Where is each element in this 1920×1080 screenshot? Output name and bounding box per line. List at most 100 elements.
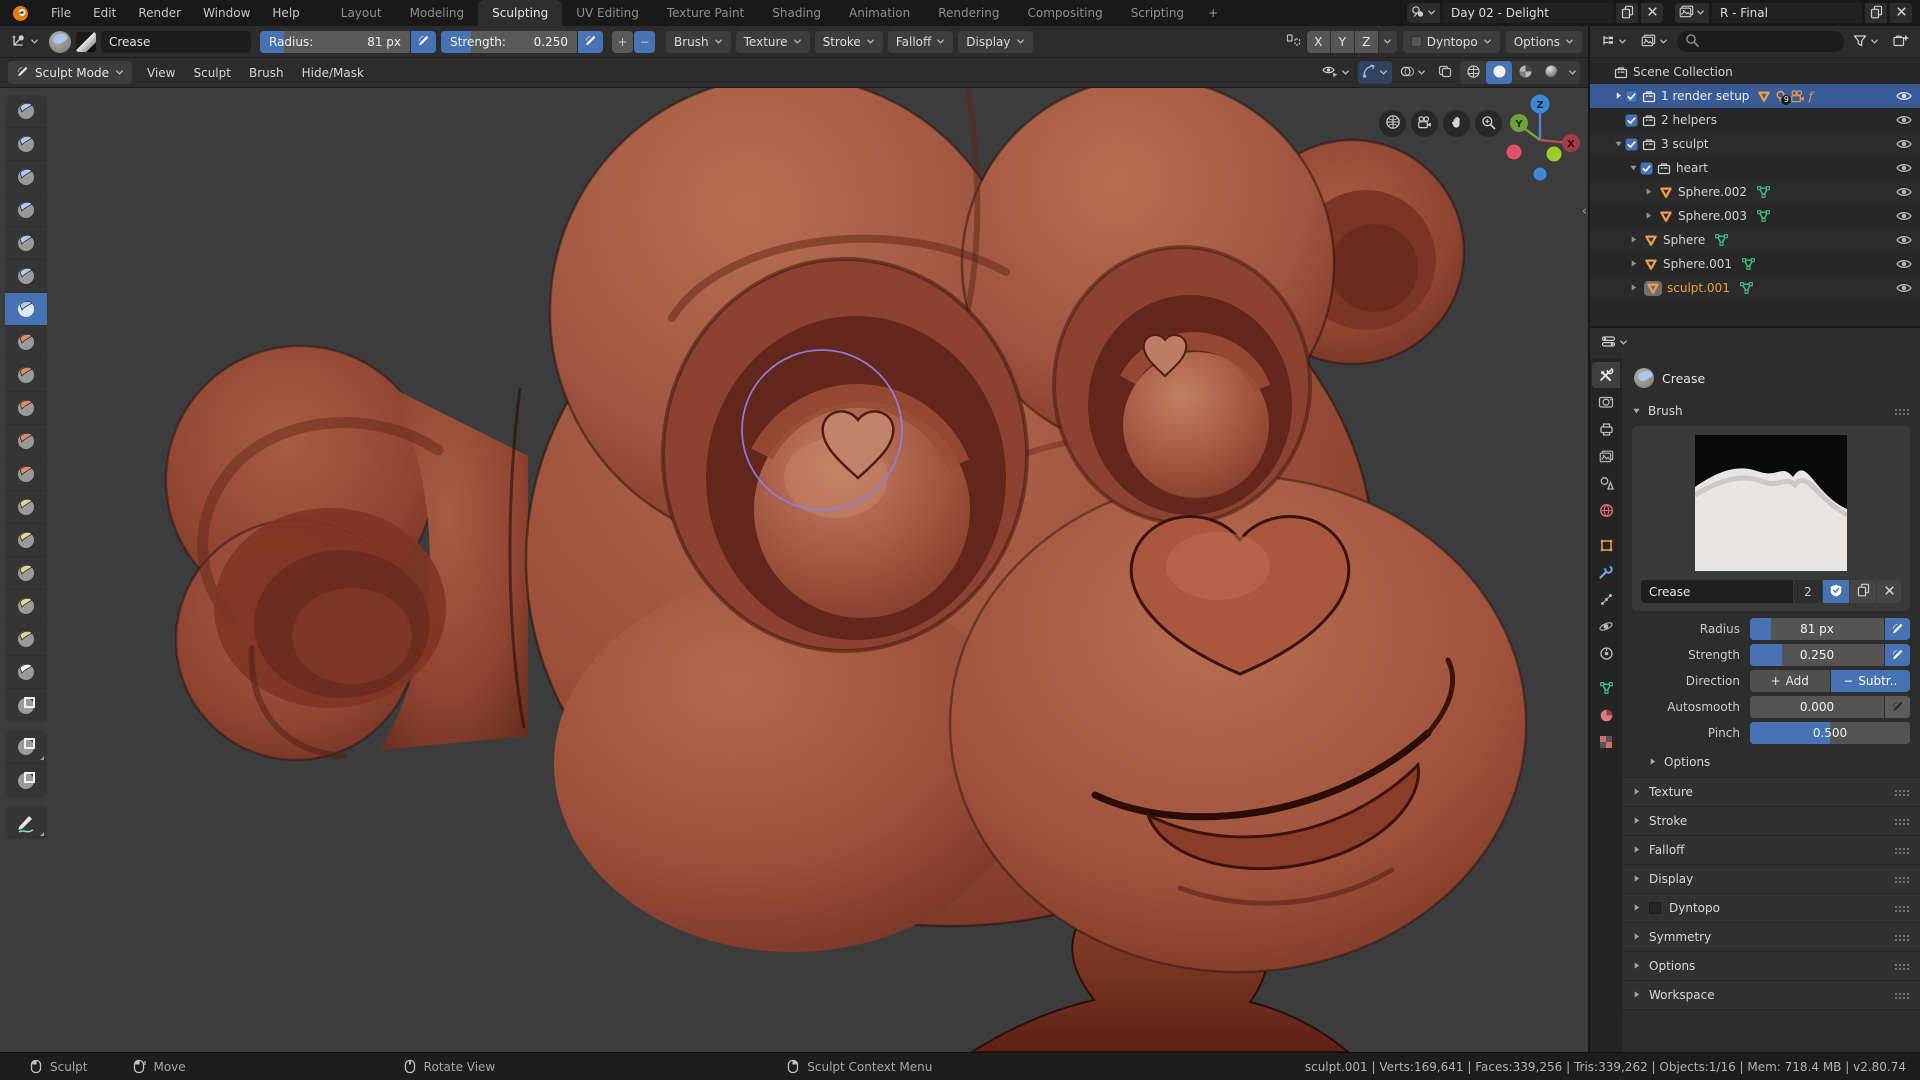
outliner-row-sphere-003[interactable]: Sphere.003: [1590, 204, 1920, 228]
tab-animation[interactable]: Animation: [835, 0, 924, 26]
hide-in-viewport-toggle[interactable]: [1896, 282, 1912, 294]
panel-stroke[interactable]: Stroke: [1622, 807, 1920, 836]
properties-tab-particles[interactable]: [1592, 586, 1620, 612]
hide-in-viewport-toggle[interactable]: [1896, 210, 1912, 222]
properties-tab-tool[interactable]: [1592, 362, 1620, 388]
outliner-row-scene-collection[interactable]: Scene Collection: [1590, 60, 1920, 84]
editor-type-selector[interactable]: [6, 31, 44, 53]
hide-in-viewport-toggle[interactable]: [1896, 234, 1912, 246]
new-brush-button[interactable]: [1850, 580, 1876, 603]
brush-annotate[interactable]: [5, 806, 47, 839]
pan-view-button[interactable]: [1443, 110, 1470, 137]
shading-material-button[interactable]: [1512, 61, 1538, 84]
panel-grip[interactable]: [1894, 817, 1910, 825]
symmetry-x-toggle[interactable]: X: [1306, 30, 1330, 53]
viewport-3d[interactable]: Z Y X ‹: [0, 88, 1588, 1052]
dyntopo-toggle-dropdown[interactable]: Dyntopo: [1402, 30, 1500, 53]
brush-grab[interactable]: [5, 491, 47, 524]
viewlayer-new-button[interactable]: [1865, 3, 1887, 23]
collection-checkbox[interactable]: [1640, 161, 1653, 175]
strength-slider[interactable]: 0.250: [1750, 643, 1884, 666]
panel-workspace[interactable]: Workspace: [1622, 981, 1920, 1010]
mode-selector[interactable]: Sculpt Mode: [8, 61, 132, 84]
properties-tab-physics[interactable]: [1592, 613, 1620, 639]
panel-falloff[interactable]: Falloff: [1622, 836, 1920, 865]
menu-render[interactable]: Render: [127, 0, 192, 26]
outliner-row-sphere-002[interactable]: Sphere.002: [1590, 180, 1920, 204]
xray-toggle[interactable]: [1434, 61, 1456, 84]
direction-subtract-button[interactable]: −: [634, 30, 655, 53]
outliner-row-sphere[interactable]: Sphere: [1590, 228, 1920, 252]
viewport-menu-brush[interactable]: Brush: [240, 62, 293, 84]
brush-inflate[interactable]: [5, 227, 47, 260]
radius-slider[interactable]: Radius: 81 px: [260, 30, 410, 53]
direction-add-button[interactable]: + Add: [1750, 669, 1830, 692]
strength-slider[interactable]: Strength: 0.250: [441, 30, 577, 53]
expand-toggle[interactable]: [1611, 89, 1625, 103]
viewlayer-name-field[interactable]: R - Final: [1712, 3, 1862, 23]
brush-scrape[interactable]: [5, 392, 47, 425]
brush-rotate[interactable]: [5, 623, 47, 656]
viewport-menu-sculpt[interactable]: Sculpt: [184, 62, 239, 84]
unlink-brush-button[interactable]: [1877, 580, 1901, 603]
sculpture-canvas[interactable]: [0, 88, 1588, 1052]
new-collection-button[interactable]: [1888, 31, 1914, 53]
viewport-menu-view[interactable]: View: [138, 62, 184, 84]
panel-grip[interactable]: [1894, 933, 1910, 941]
hide-in-viewport-toggle[interactable]: [1896, 114, 1912, 126]
tab-scripting[interactable]: Scripting: [1117, 0, 1198, 26]
brush-name-field[interactable]: Crease: [101, 30, 251, 53]
add-workspace-button[interactable]: +: [1198, 0, 1228, 26]
tab-modeling[interactable]: Modeling: [396, 0, 479, 26]
panel-grip[interactable]: [1894, 875, 1910, 883]
scene-new-button[interactable]: [1616, 3, 1638, 23]
expand-toggle[interactable]: [1611, 137, 1625, 151]
panel-grip[interactable]: [1894, 788, 1910, 796]
hide-in-viewport-toggle[interactable]: [1896, 138, 1912, 150]
radius-pressure-toggle[interactable]: [411, 30, 436, 53]
dropdown-falloff[interactable]: Falloff: [887, 30, 954, 53]
outliner-row-sculpt-001[interactable]: sculpt.001: [1590, 276, 1920, 300]
tab-rendering[interactable]: Rendering: [924, 0, 1013, 26]
brush-box-hide[interactable]: [5, 764, 47, 797]
panel-grip[interactable]: [1894, 407, 1910, 415]
brush-users-count[interactable]: 2: [1794, 580, 1822, 603]
pinch-slider[interactable]: 0.500: [1750, 721, 1910, 744]
panel-grip[interactable]: [1894, 962, 1910, 970]
shading-solid-button[interactable]: [1486, 61, 1512, 84]
expand-toggle[interactable]: [1626, 233, 1640, 247]
outliner-search-input[interactable]: [1677, 31, 1844, 52]
outliner-row-2-helpers[interactable]: 2 helpers: [1590, 108, 1920, 132]
expand-toggle[interactable]: [1641, 209, 1655, 223]
menu-window[interactable]: Window: [192, 0, 261, 26]
direction-subtr-button[interactable]: − Subtr..: [1830, 669, 1910, 692]
outliner-row-heart[interactable]: heart: [1590, 156, 1920, 180]
scene-name-field[interactable]: Day 02 - Delight: [1443, 3, 1613, 23]
hide-in-viewport-toggle[interactable]: [1896, 186, 1912, 198]
tab-layout[interactable]: Layout: [327, 0, 396, 26]
hide-in-viewport-toggle[interactable]: [1896, 258, 1912, 270]
brush-preview-image[interactable]: [1641, 435, 1901, 571]
viewlayer-remove-button[interactable]: [1890, 3, 1912, 23]
brush-layer[interactable]: [5, 194, 47, 227]
viewport-menu-hide-mask[interactable]: Hide/Mask: [293, 62, 373, 84]
outliner-row-sphere-001[interactable]: Sphere.001: [1590, 252, 1920, 276]
radius-pressure-toggle[interactable]: [1885, 617, 1910, 640]
strength-pressure-toggle[interactable]: [578, 30, 603, 53]
brush-image-button[interactable]: [76, 31, 96, 52]
properties-tab-render[interactable]: [1592, 389, 1620, 415]
panel-options[interactable]: Options: [1622, 952, 1920, 981]
expand-toggle[interactable]: [1626, 281, 1640, 295]
scene-unlink-button[interactable]: [1641, 3, 1663, 23]
menu-file[interactable]: File: [40, 0, 82, 26]
properties-tab-view-layer[interactable]: [1592, 443, 1620, 469]
outliner-viewlayer-icon-button[interactable]: [1636, 31, 1673, 53]
shading-rendered-button[interactable]: [1538, 61, 1564, 84]
collection-checkbox[interactable]: [1625, 137, 1638, 151]
direction-add-button[interactable]: +: [612, 30, 633, 53]
properties-tab-texture[interactable]: [1592, 729, 1620, 755]
dyntopo-checkbox[interactable]: [1410, 36, 1422, 47]
panel-dyntopo[interactable]: Dyntopo: [1622, 894, 1920, 923]
scene-browse-button[interactable]: [1407, 3, 1440, 23]
expand-toggle[interactable]: [1626, 161, 1640, 175]
